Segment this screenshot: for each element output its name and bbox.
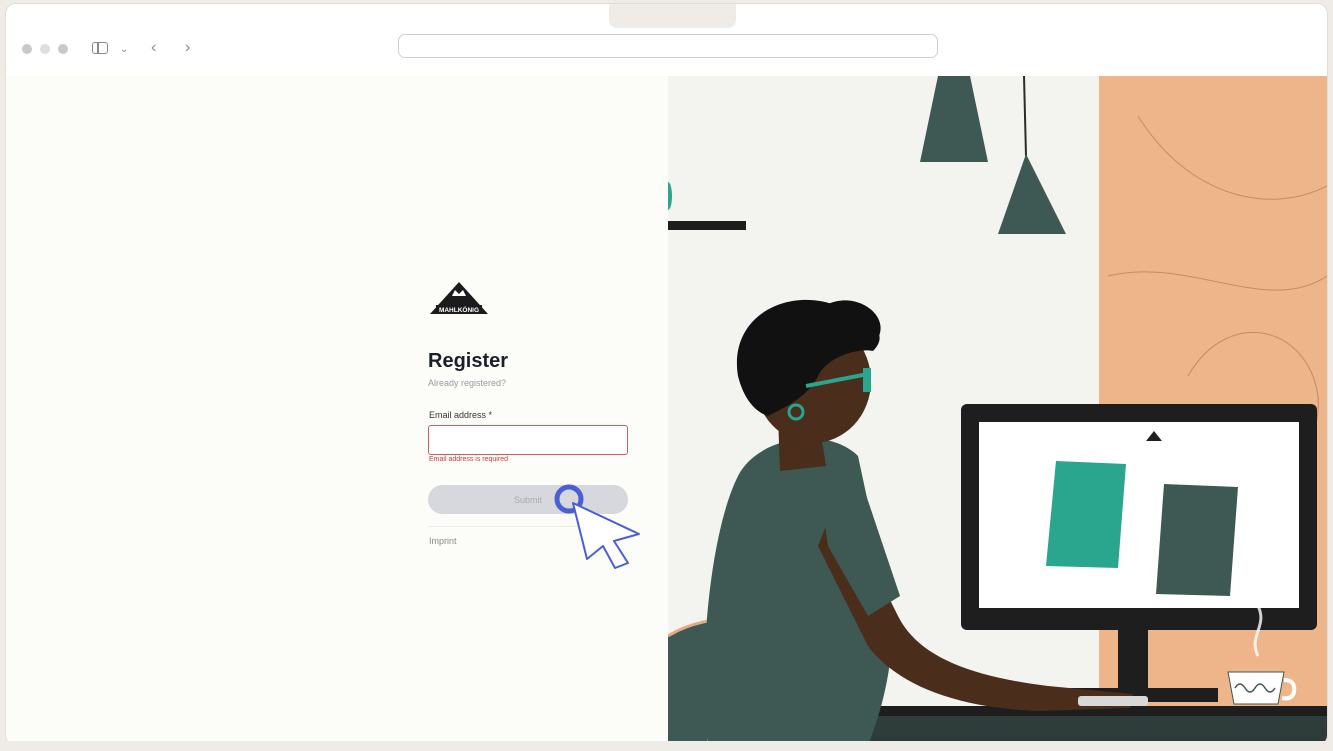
sidebar-toggle-icon[interactable] (92, 42, 108, 54)
zoom-window-dot-icon[interactable] (58, 44, 68, 54)
page-content: MAHLKÖNIG Register Already registered? E… (6, 76, 1327, 745)
imprint-link[interactable]: Imprint (429, 536, 457, 546)
back-arrow-icon[interactable]: ‹ (151, 38, 156, 58)
chevron-down-icon[interactable]: ⌄ (120, 40, 128, 60)
forward-arrow-icon[interactable]: › (185, 38, 190, 58)
register-panel: MAHLKÖNIG Register Already registered? E… (6, 76, 668, 745)
window-controls (22, 44, 68, 54)
pointer-cursor-icon (554, 484, 640, 569)
page-title: Register (428, 350, 509, 372)
person-at-computer-illustration (668, 76, 1327, 745)
email-error-message: Email address is required (429, 456, 508, 463)
email-field[interactable] (428, 425, 628, 455)
hero-illustration (668, 76, 1327, 745)
browser-window: ⌄ ‹ › MAHLKÖNIG Register Already registe… (6, 4, 1327, 745)
close-window-dot-icon[interactable] (22, 44, 32, 54)
bottom-bar (0, 741, 1333, 751)
minimize-window-dot-icon[interactable] (40, 44, 50, 54)
top-notch (609, 4, 736, 28)
email-label: Email address * (429, 410, 493, 420)
logo-wordmark: MAHLKÖNIG (439, 305, 479, 314)
address-bar[interactable] (398, 34, 938, 58)
mahlkonig-logo: MAHLKÖNIG (430, 282, 488, 314)
already-registered-link[interactable]: Already registered? (428, 378, 506, 388)
